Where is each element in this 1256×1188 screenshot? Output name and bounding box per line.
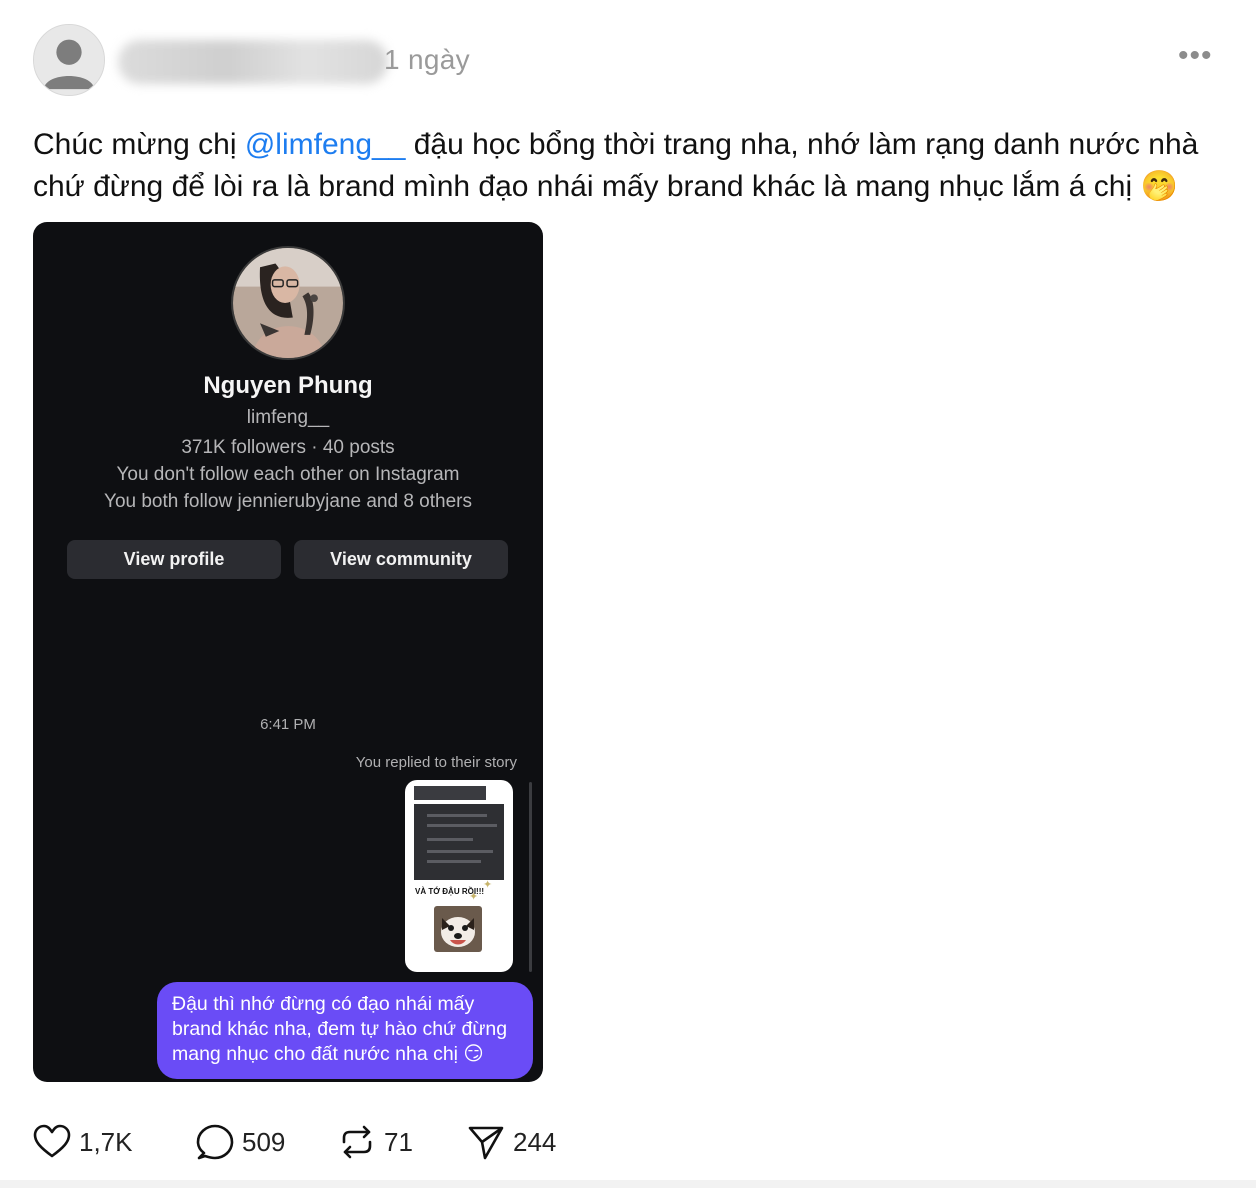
sparkle-icon: ✦ <box>483 879 493 891</box>
profile-handle: limfeng__ <box>246 407 330 428</box>
blurred-username[interactable] <box>118 40 388 84</box>
author-avatar[interactable] <box>33 24 105 96</box>
share-button[interactable]: 244 <box>467 1118 556 1166</box>
attached-screenshot[interactable]: Nguyen Phung limfeng__ 371K followers · … <box>33 222 543 1082</box>
mention-link[interactable]: @limfeng__ <box>245 128 406 161</box>
comment-icon <box>196 1124 234 1160</box>
heart-icon <box>33 1124 71 1158</box>
action-bar: 1,7K 509 71 244 <box>33 1118 673 1166</box>
view-profile-button[interactable]: View profile <box>67 540 281 579</box>
like-count: 1,7K <box>79 1126 133 1157</box>
comment-button[interactable]: 509 <box>196 1118 285 1166</box>
follow-status: You don't follow each other on Instagram <box>116 464 460 485</box>
dog-meme-image <box>434 906 482 952</box>
story-screen <box>414 804 504 880</box>
view-community-button[interactable]: View community <box>294 540 508 579</box>
share-count: 244 <box>513 1126 557 1157</box>
repost-button[interactable]: 71 <box>338 1118 413 1166</box>
profile-stats: 371K followers · 40 posts <box>181 437 395 458</box>
replied-to-story-label: You replied to their story <box>355 754 517 771</box>
message-bubble: Đậu thì nhớ đừng có đạo nhái mấy brand k… <box>157 982 533 1079</box>
comment-count: 509 <box>242 1126 286 1157</box>
post-text-start: Chúc mừng chị <box>33 128 245 161</box>
scrollbar[interactable] <box>529 782 532 972</box>
mutual-followers: You both follow jennierubyjane and 8 oth… <box>104 491 472 512</box>
story-header <box>414 786 486 800</box>
divider <box>0 1180 1256 1188</box>
post-text: Chúc mừng chị @limfeng__ đậu học bổng th… <box>33 124 1233 208</box>
repost-icon <box>342 1125 372 1159</box>
profile-name: Nguyen Phung <box>203 372 373 399</box>
like-button[interactable]: 1,7K <box>33 1118 133 1166</box>
message-time: 6:41 PM <box>260 716 316 733</box>
story-thumbnail[interactable]: VÀ TỚ ĐẬU RỒI!!! ✦ ✦ <box>405 780 513 972</box>
repost-count: 71 <box>384 1126 413 1157</box>
more-options-icon[interactable]: ••• <box>1178 41 1212 76</box>
default-user-icon <box>34 25 104 95</box>
profile-photo <box>231 246 345 360</box>
send-icon <box>468 1126 504 1160</box>
sparkle-icon: ✦ <box>469 891 479 903</box>
post-time: 1 ngày <box>384 44 470 75</box>
